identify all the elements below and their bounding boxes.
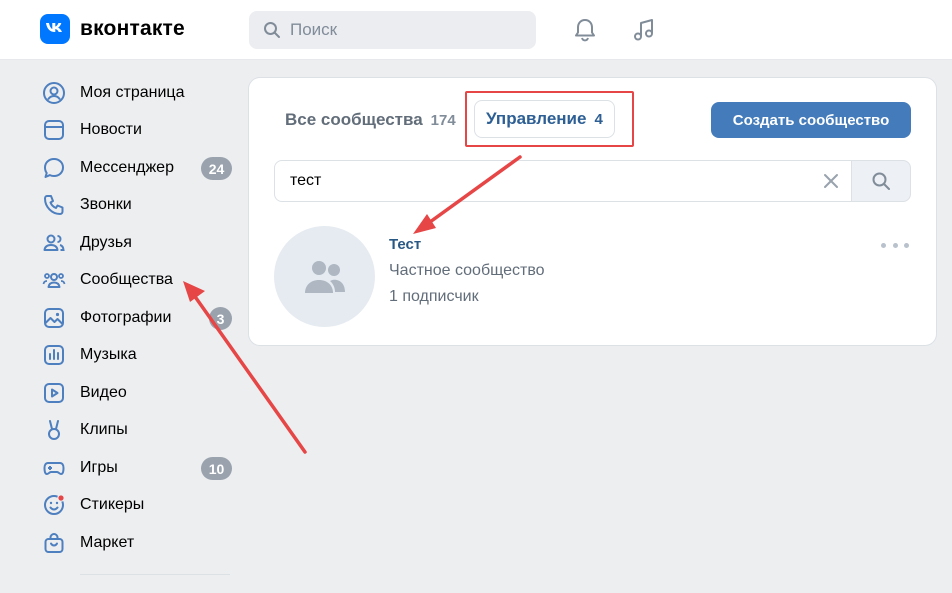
unread-count-badge: 24 — [201, 157, 232, 180]
sidebar-item-label: Друзья — [80, 233, 132, 251]
search-value: тест — [290, 172, 322, 189]
community-subscribers: 1 подписчик — [389, 288, 479, 305]
group-placeholder-icon — [304, 260, 345, 293]
sidebar-divider — [80, 574, 230, 575]
sidebar-item-label: Музыка — [80, 346, 137, 364]
top-header: вконтакте Поиск — [0, 0, 952, 60]
sidebar-item-label: Звонки — [80, 196, 132, 214]
sidebar-item-label: Фотографии — [80, 308, 172, 326]
sidebar-item-photos[interactable]: Фотографии 3 — [40, 299, 232, 337]
sticker-icon — [40, 491, 68, 519]
user-circle-icon — [40, 79, 68, 107]
sidebar-item-calls[interactable]: Звонки — [40, 187, 232, 225]
vk-logo-icon — [40, 14, 70, 44]
tab-count: 174 — [430, 111, 456, 129]
sidebar-item-games[interactable]: Игры 10 — [40, 449, 232, 487]
sidebar-item-label: Маркет — [80, 533, 135, 551]
sidebar-item-label: Мессенджер — [80, 158, 174, 176]
community-avatar[interactable] — [274, 226, 375, 327]
communities-icon — [40, 266, 68, 294]
sidebar-item-news[interactable]: Новости — [40, 112, 232, 150]
music-icon — [40, 341, 68, 369]
search-icon — [872, 172, 890, 190]
market-icon — [40, 529, 68, 557]
friends-icon — [40, 229, 68, 257]
sidebar-item-label: Моя страница — [80, 83, 185, 101]
create-community-button[interactable]: Создать сообщество — [711, 102, 911, 138]
clear-icon[interactable] — [821, 171, 841, 191]
sidebar-item-stickers[interactable]: Стикеры — [40, 487, 232, 525]
sidebar-item-label: Новости — [80, 121, 142, 139]
vk-logo[interactable]: вконтакте — [40, 14, 185, 44]
search-icon — [264, 22, 280, 38]
community-name-link[interactable]: Тест — [389, 236, 421, 253]
game-icon — [40, 454, 68, 482]
search-placeholder: Поиск — [290, 20, 338, 39]
tab-label: Все сообщества — [285, 110, 423, 129]
left-sidebar: Моя страница Новости Мессенджер 24 Звонк… — [40, 74, 232, 562]
bell-icon[interactable] — [571, 16, 599, 44]
newsfeed-icon — [40, 116, 68, 144]
music-note-icon[interactable] — [630, 16, 658, 44]
sidebar-item-label: Клипы — [80, 421, 128, 439]
photos-count-badge: 3 — [209, 307, 232, 330]
sidebar-item-music[interactable]: Музыка — [40, 337, 232, 375]
sidebar-item-label: Игры — [80, 458, 118, 476]
sidebar-item-market[interactable]: Маркет — [40, 524, 232, 562]
sidebar-item-my-page[interactable]: Моя страница — [40, 74, 232, 112]
photo-icon — [40, 304, 68, 332]
sidebar-item-label: Сообщества — [80, 271, 173, 289]
more-options-icon[interactable] — [881, 238, 909, 252]
sidebar-item-video[interactable]: Видео — [40, 374, 232, 412]
phone-icon — [40, 191, 68, 219]
communities-card: Все сообщества 174 Управление 4 Создать … — [248, 77, 937, 346]
sidebar-item-label: Стикеры — [80, 496, 145, 514]
sidebar-item-messenger[interactable]: Мессенджер 24 — [40, 149, 232, 187]
games-count-badge: 10 — [201, 457, 232, 480]
community-type: Частное сообщество — [389, 262, 545, 279]
community-search-input[interactable]: тест — [274, 160, 852, 202]
video-icon — [40, 379, 68, 407]
sidebar-item-clips[interactable]: Клипы — [40, 412, 232, 450]
search-button[interactable] — [851, 160, 911, 202]
annotation-highlight-box — [465, 91, 634, 147]
sidebar-item-friends[interactable]: Друзья — [40, 224, 232, 262]
clips-icon — [40, 416, 68, 444]
global-search-input[interactable]: Поиск — [249, 11, 536, 49]
logo-text: вконтакте — [80, 17, 185, 40]
tab-all-communities[interactable]: Все сообщества 174 — [285, 110, 456, 130]
sidebar-item-label: Видео — [80, 383, 127, 401]
sidebar-item-communities[interactable]: Сообщества — [40, 262, 232, 300]
message-icon — [40, 154, 68, 182]
